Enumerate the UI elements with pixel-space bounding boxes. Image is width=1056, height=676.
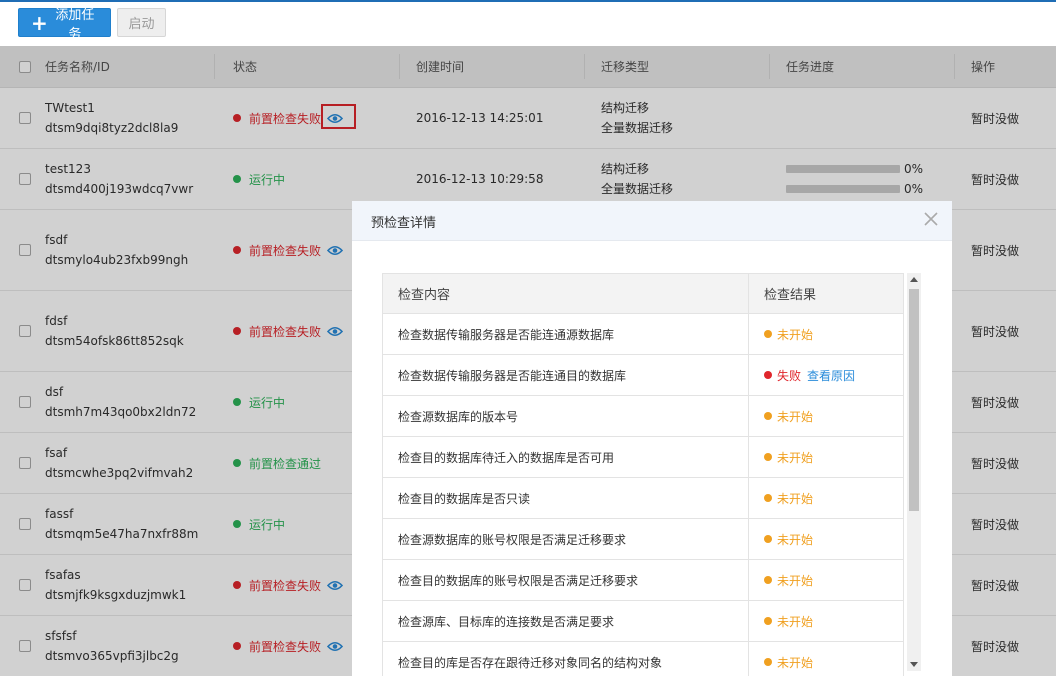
result-text: 失败 [777,368,802,383]
check-result: 未开始 [764,560,813,600]
precheck-row: 检查目的数据库是否只读 未开始 [383,478,903,519]
result-text: 未开始 [777,409,814,424]
top-border [0,0,1056,2]
result-dot [764,576,772,584]
check-result: 未开始 [764,396,813,436]
check-content: 检查数据传输服务器是否能连通目的数据库 [398,368,627,383]
check-content: 检查源数据库的账号权限是否满足迁移要求 [398,532,627,547]
check-content: 检查源库、目标库的连接数是否满足要求 [398,614,615,629]
check-content: 检查目的库是否存在跟待迁移对象同名的结构对象 [398,655,663,670]
result-text: 未开始 [777,532,814,547]
precheck-row: 检查源数据库的账号权限是否满足迁移要求 未开始 [383,519,903,560]
check-result: 未开始 [764,437,813,477]
precheck-row: 检查数据传输服务器是否能连通源数据库 未开始 [383,314,903,355]
scroll-thumb[interactable] [909,289,919,511]
check-result: 未开始 [764,519,813,559]
scroll-up-icon[interactable] [910,277,918,282]
precheck-header: 检查内容 检查结果 [383,274,903,314]
check-result: 未开始 [764,478,813,518]
result-text: 未开始 [777,450,814,465]
add-task-button[interactable]: + 添加任务 [18,8,111,42]
add-task-label: 添加任务 [55,7,95,42]
precheck-row: 检查目的数据库待迁入的数据库是否可用 未开始 [383,437,903,478]
col-divider [748,560,749,600]
col-divider [748,642,749,676]
start-button[interactable]: 启动 [117,8,166,37]
col-divider [748,396,749,436]
check-result: 未开始 [764,314,813,354]
check-result: 失败 查看原因 [764,355,855,395]
precheck-row: 检查数据传输服务器是否能连通目的数据库 失败 查看原因 [383,355,903,396]
scroll-down-icon[interactable] [910,662,918,667]
result-dot [764,330,772,338]
precheck-table: 检查内容 检查结果 检查数据传输服务器是否能连通源数据库 未开始 检查数据传输服务器… [382,273,904,676]
precheck-row: 检查源数据库的版本号 未开始 [383,396,903,437]
result-dot [764,617,772,625]
result-text: 未开始 [777,327,814,342]
precheck-row: 检查源库、目标库的连接数是否满足要求 未开始 [383,601,903,642]
check-content: 检查数据传输服务器是否能连通源数据库 [398,327,615,342]
check-content: 检查源数据库的版本号 [398,409,519,424]
check-content: 检查目的数据库是否只读 [398,491,531,506]
close-icon[interactable] [922,210,940,228]
result-dot [764,494,772,502]
result-dot [764,371,772,379]
result-text: 未开始 [777,655,814,670]
precheck-row: 检查目的库是否存在跟待迁移对象同名的结构对象 未开始 [383,642,903,676]
result-text: 未开始 [777,491,814,506]
col-divider [748,478,749,518]
col-divider [748,274,749,313]
check-content: 检查目的数据库的账号权限是否满足迁移要求 [398,573,639,588]
col-divider [748,437,749,477]
col-divider [748,601,749,641]
precheck-modal: 预检查详情 检查内容 检查结果 检查数据传输服务器是否能连通源数据库 未开始 检查数… [352,201,952,676]
check-content: 检查目的数据库待迁入的数据库是否可用 [398,450,615,465]
modal-scrollbar[interactable] [907,273,921,671]
plus-icon: + [31,10,48,35]
modal-title: 预检查详情 [371,216,437,231]
col-divider [748,519,749,559]
check-result: 未开始 [764,642,813,676]
result-dot [764,535,772,543]
modal-header: 预检查详情 [352,201,952,241]
col-divider [748,355,749,395]
col-check-content: 检查内容 [398,288,451,303]
result-dot [764,453,772,461]
toolbar: + 添加任务 启动 [18,8,166,42]
result-dot [764,412,772,420]
col-check-result: 检查结果 [764,288,817,303]
result-text: 未开始 [777,573,814,588]
col-divider [748,314,749,354]
result-text: 未开始 [777,614,814,629]
result-dot [764,658,772,666]
check-result: 未开始 [764,601,813,641]
precheck-row: 检查目的数据库的账号权限是否满足迁移要求 未开始 [383,560,903,601]
view-reason-link[interactable]: 查看原因 [807,367,855,384]
